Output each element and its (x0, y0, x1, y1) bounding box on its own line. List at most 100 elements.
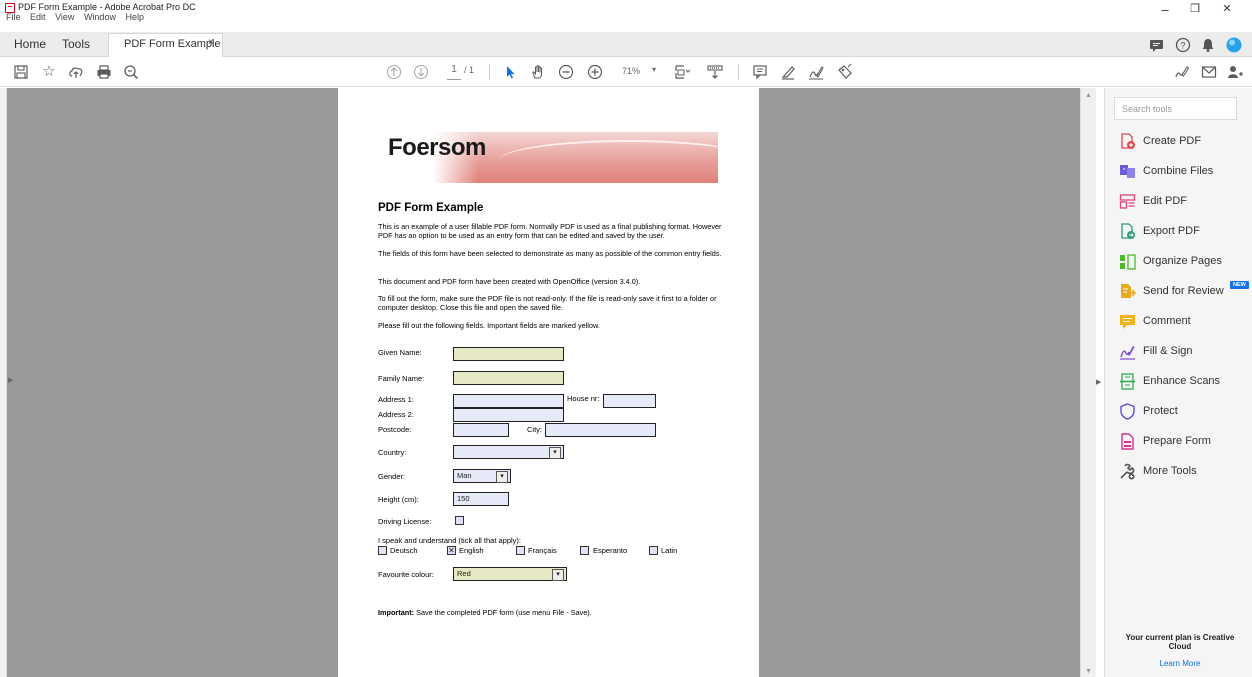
zoom-dropdown-icon[interactable]: ▾ (652, 65, 656, 74)
learn-more-link[interactable]: Learn More (1119, 659, 1241, 668)
combine-files-icon (1120, 165, 1135, 178)
tool-edit-pdf[interactable]: Edit PDF (1119, 191, 1249, 213)
tool-comment[interactable]: Comment (1119, 311, 1249, 333)
paragraph: To fill out the form, make sure the PDF … (378, 294, 717, 312)
select-pointer-icon[interactable] (501, 63, 519, 81)
restore-button[interactable]: ❐ (1180, 2, 1210, 15)
save-icon[interactable] (12, 63, 30, 81)
menu-file[interactable]: File (6, 12, 21, 22)
menu-view[interactable]: View (55, 12, 74, 22)
tool-label: Organize Pages (1143, 255, 1222, 267)
tool-prepare-form[interactable]: Prepare Form (1119, 431, 1249, 453)
page-fit-icon[interactable] (673, 63, 691, 81)
fill-sign-icon[interactable] (1173, 63, 1191, 81)
zoom-in-icon[interactable] (586, 63, 604, 81)
tool-organize-pages[interactable]: Organize Pages (1119, 251, 1249, 273)
expand-left-panel-icon[interactable]: ▶ (8, 376, 13, 384)
vertical-scrollbar[interactable]: ▲ ▼ (1080, 88, 1096, 677)
add-user-icon[interactable] (1226, 63, 1244, 81)
close-window-button[interactable]: ✕ (1212, 2, 1242, 15)
paragraph: This is an example of a user fillable PD… (378, 222, 722, 240)
help-icon[interactable]: ? (1174, 36, 1192, 54)
page-number-input[interactable]: 1 (447, 64, 461, 80)
family-name-field[interactable] (453, 371, 564, 385)
user-avatar-icon[interactable] (1225, 36, 1243, 54)
driving-license-label: Driving License: (378, 517, 432, 526)
window-title: PDF Form Example - Adobe Acrobat Pro DC (18, 2, 196, 12)
tab-tools[interactable]: Tools (62, 37, 90, 51)
main-toolbar: ☆ 1 / 1 71% ▾ (0, 57, 1252, 87)
tool-fill-sign[interactable]: Fill & Sign (1119, 341, 1249, 363)
new-badge: NEW (1230, 281, 1249, 289)
upload-cloud-icon[interactable] (67, 63, 85, 81)
latin-label: Latin (661, 546, 678, 555)
country-label: Country: (378, 448, 407, 457)
print-icon[interactable] (95, 63, 113, 81)
sign-icon[interactable] (807, 63, 825, 81)
height-field[interactable]: 150 (453, 492, 509, 506)
chat-icon[interactable] (1148, 36, 1166, 54)
favourite-colour-dropdown[interactable]: Red (453, 567, 567, 581)
comment-icon[interactable] (751, 63, 769, 81)
email-icon[interactable] (1200, 63, 1218, 81)
tool-export-pdf[interactable]: Export PDF (1119, 221, 1249, 243)
close-tab-icon[interactable]: × (208, 37, 214, 48)
pdf-page: Foersom PDF Form Example This is an exam… (338, 88, 759, 677)
esperanto-checkbox[interactable] (580, 546, 589, 555)
scroll-down-icon[interactable]: ▼ (1085, 668, 1092, 675)
latin-checkbox[interactable] (649, 546, 658, 555)
highlight-pen-icon[interactable] (779, 63, 797, 81)
given-name-field[interactable] (453, 347, 564, 361)
notification-bell-icon[interactable] (1199, 36, 1217, 54)
address2-label: Address 2: (378, 410, 414, 419)
tool-label: Protect (1143, 405, 1178, 417)
tool-protect[interactable]: Protect (1119, 401, 1249, 423)
previous-page-icon[interactable] (385, 63, 403, 81)
tab-document[interactable]: PDF Form Example × (108, 33, 223, 57)
next-page-icon[interactable] (412, 63, 430, 81)
city-field[interactable] (545, 423, 656, 437)
zoom-level[interactable]: 71% (622, 66, 640, 76)
minimize-button[interactable]: – (1150, 2, 1180, 17)
bookmark-star-icon[interactable]: ☆ (40, 63, 58, 81)
house-nr-field[interactable] (603, 394, 656, 408)
address1-field[interactable] (453, 394, 564, 408)
tool-more-tools[interactable]: More Tools (1119, 461, 1249, 483)
menu-edit[interactable]: Edit (30, 12, 46, 22)
country-dropdown[interactable] (453, 445, 564, 459)
english-checkbox[interactable]: ✕ (447, 546, 456, 555)
scroll-up-icon[interactable]: ▲ (1085, 92, 1092, 99)
tool-create-pdf[interactable]: Create PDF (1119, 131, 1249, 153)
tool-label: Export PDF (1143, 225, 1200, 237)
deutsch-checkbox[interactable] (378, 546, 387, 555)
tools-panel: Search tools Create PDF Combine Files Ed… (1104, 88, 1252, 677)
scroll-mode-icon[interactable] (706, 63, 724, 81)
driving-license-checkbox[interactable] (455, 516, 464, 525)
gender-dropdown[interactable]: Man (453, 469, 511, 483)
tool-label: Comment (1143, 315, 1191, 327)
collapse-right-panel-icon[interactable]: ▶ (1096, 378, 1101, 386)
important-label: Important: (378, 608, 415, 617)
menu-help[interactable]: Help (125, 12, 144, 22)
hand-tool-icon[interactable] (529, 63, 547, 81)
document-heading: PDF Form Example (378, 202, 484, 214)
tool-combine-files[interactable]: Combine Files (1119, 161, 1249, 183)
postcode-field[interactable] (453, 423, 509, 437)
menu-bar: File Edit View Window Help (6, 12, 151, 22)
search-tools-input[interactable]: Search tools (1114, 97, 1237, 120)
tool-enhance-scans[interactable]: Enhance Scans (1119, 371, 1249, 393)
address2-field[interactable] (453, 408, 564, 422)
left-panel-collapsed[interactable] (0, 88, 7, 677)
tab-home[interactable]: Home (14, 37, 46, 51)
height-label: Height (cm): (378, 495, 419, 504)
paragraph: The fields of this form have been select… (378, 249, 722, 258)
stamp-icon[interactable] (836, 63, 854, 81)
zoom-out-icon[interactable] (557, 63, 575, 81)
address1-label: Address 1: (378, 395, 414, 404)
languages-label: I speak and understand (tick all that ap… (378, 536, 521, 545)
francais-checkbox[interactable] (516, 546, 525, 555)
tool-send-for-review[interactable]: Send for Review NEW (1119, 281, 1249, 303)
menu-window[interactable]: Window (84, 12, 116, 22)
enhance-scans-icon (1120, 373, 1135, 390)
zoom-search-icon[interactable] (122, 63, 140, 81)
